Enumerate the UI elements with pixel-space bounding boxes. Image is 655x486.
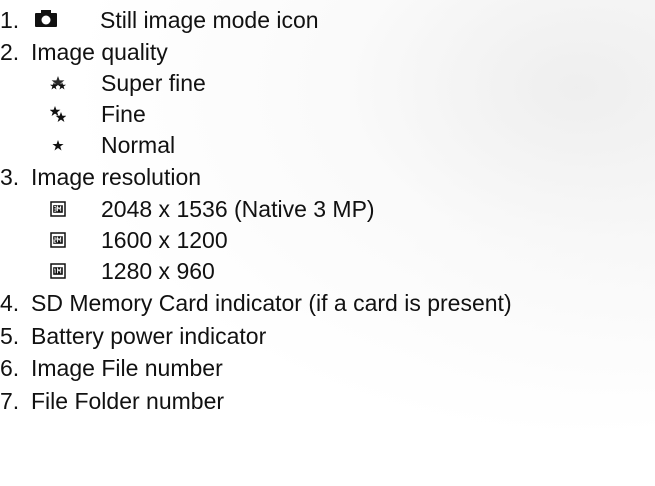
sub-item-label: 1280 x 960 — [101, 258, 215, 284]
sub-item-label: Fine — [101, 101, 146, 127]
resolution-3m-icon — [50, 201, 66, 217]
sub-item-label: Normal — [101, 132, 176, 158]
item-number: 2. — [0, 39, 20, 65]
item-label: Image resolution — [31, 164, 202, 190]
item-number: 3. — [0, 164, 20, 190]
item-number: 7. — [0, 388, 20, 414]
item-number: 1. — [0, 7, 20, 33]
fine-icon — [50, 106, 66, 122]
item-label: Still image mode icon — [100, 7, 319, 33]
super-fine-icon — [50, 76, 66, 90]
resolution-2m-icon — [50, 232, 66, 248]
resolution-1m-icon — [50, 263, 66, 279]
normal-icon — [52, 140, 64, 151]
sub-item-label: 1600 x 1200 — [101, 227, 228, 253]
camera-icon — [35, 10, 57, 27]
sub-item-label: Super fine — [101, 70, 206, 96]
item-label: SD Memory Card indicator (if a card is p… — [31, 290, 512, 316]
item-number: 4. — [0, 290, 20, 316]
item-label: Image quality — [31, 39, 168, 65]
sub-item-label: 2048 x 1536 (Native 3 MP) — [101, 196, 375, 222]
item-label: Battery power indicator — [31, 323, 267, 349]
item-label: File Folder number — [31, 388, 225, 414]
item-label: Image File number — [31, 355, 223, 381]
manual-page: 1. Still image mode icon 2. Image qualit… — [0, 0, 655, 486]
item-number: 6. — [0, 355, 20, 381]
item-number: 5. — [0, 323, 20, 349]
